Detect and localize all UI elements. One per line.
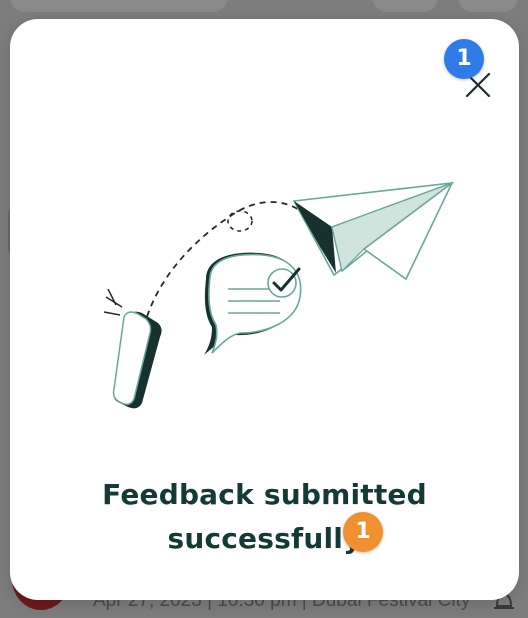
- background-top-pill-right-2: [458, 0, 518, 12]
- success-title-line-2: successfully: [167, 522, 362, 555]
- annotation-badge-orange: 1: [343, 512, 383, 552]
- background-top-pill-right: [372, 0, 438, 12]
- success-title-line-1: Feedback submitted: [102, 478, 427, 511]
- paper-plane-feedback-illustration: [94, 177, 458, 419]
- feedback-success-modal: Feedback submitted successfully: [10, 19, 519, 600]
- success-title: Feedback submitted successfully: [10, 473, 519, 561]
- background-top-pill: [10, 0, 228, 12]
- annotation-badge-blue: 1: [444, 39, 484, 79]
